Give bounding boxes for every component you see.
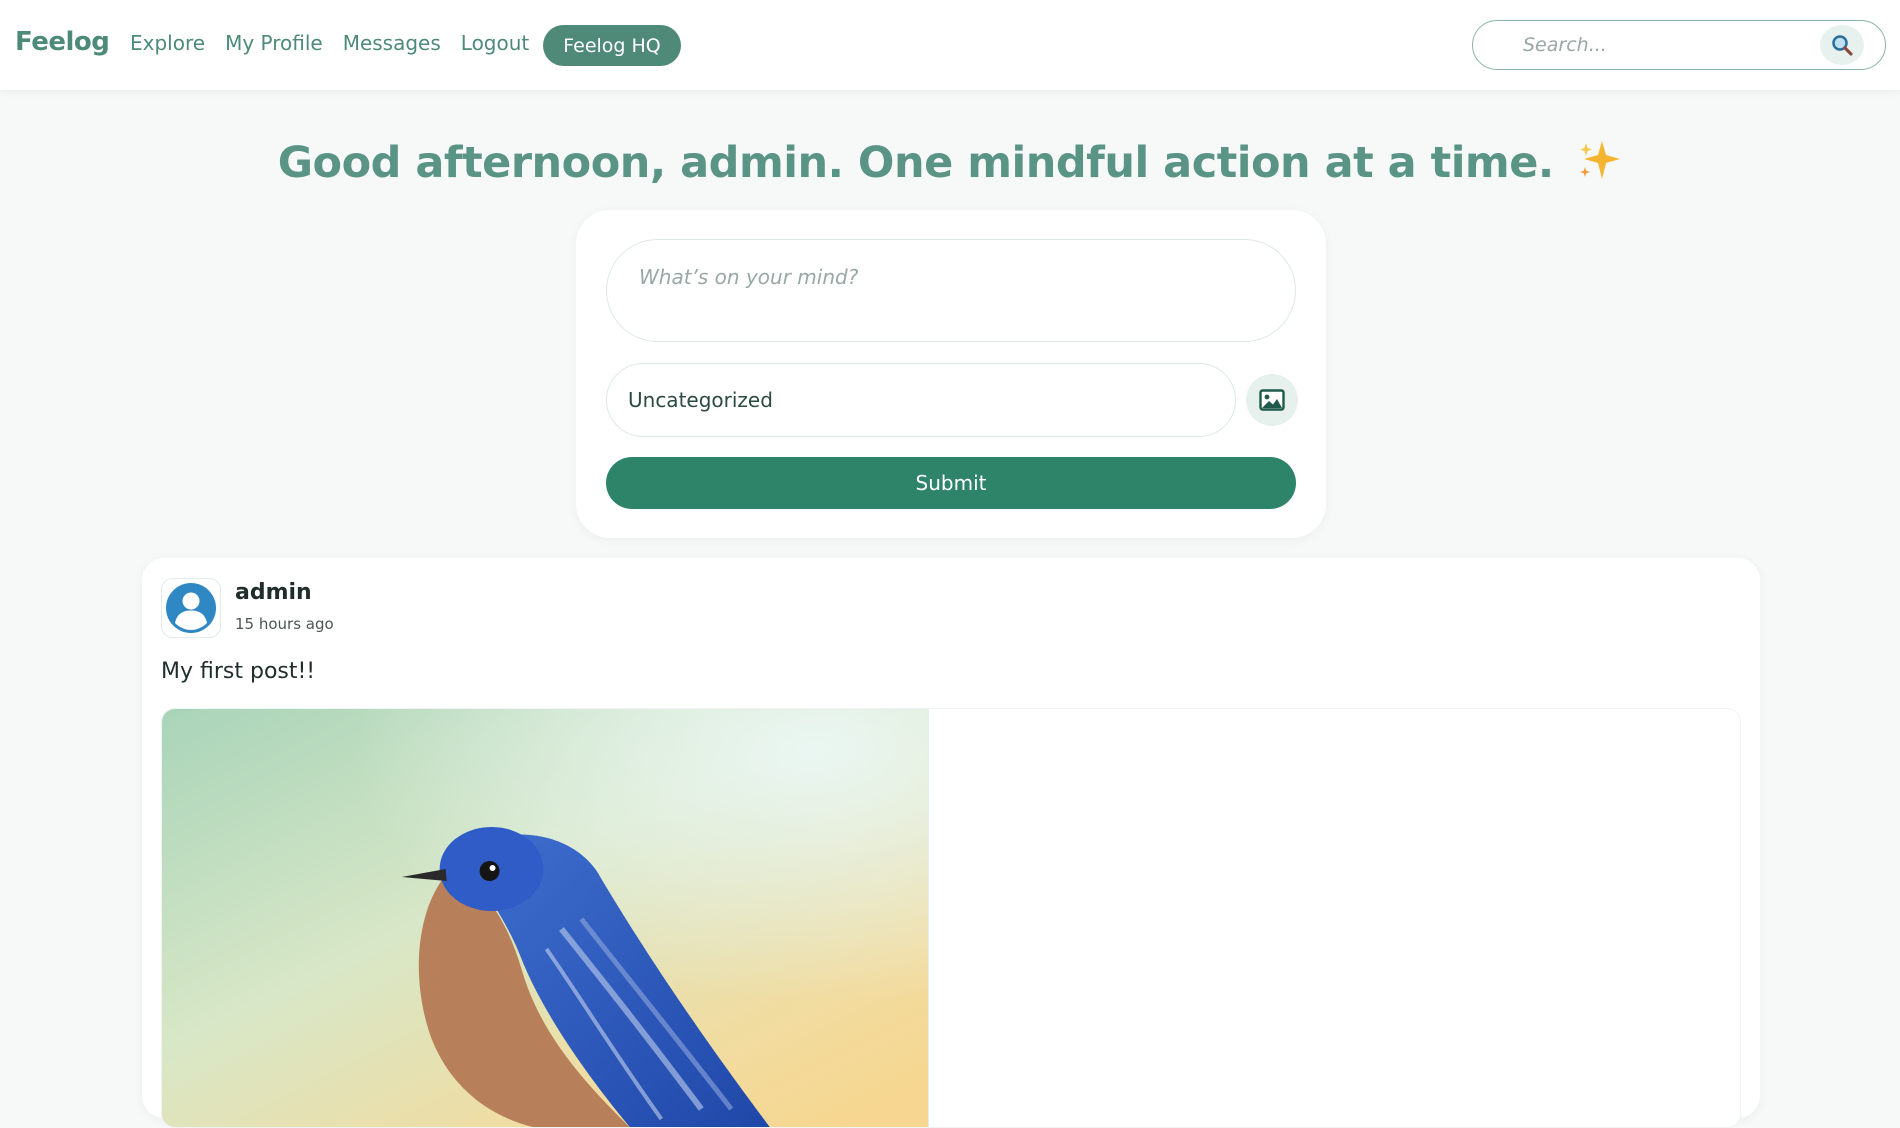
post-body-text: My first post!! <box>161 659 316 684</box>
magnifier-icon <box>1832 35 1853 56</box>
nav-link-logout[interactable]: Logout <box>461 31 529 55</box>
main-nav: Explore My Profile Messages Logout <box>130 31 549 55</box>
user-avatar-icon <box>166 583 216 633</box>
brand-logo[interactable]: Feelog <box>15 27 110 57</box>
author-avatar[interactable] <box>161 578 221 638</box>
top-navbar: Feelog Explore My Profile Messages Logou… <box>0 0 1900 90</box>
post-timestamp: 15 hours ago <box>235 615 334 633</box>
category-selected-value: Uncategorized <box>628 388 773 412</box>
post-card: admin 15 hours ago My first post!! <box>142 558 1760 1128</box>
search-button[interactable] <box>1820 25 1864 65</box>
feelog-hq-button[interactable]: Feelog HQ <box>543 25 681 66</box>
submit-button[interactable]: Submit <box>606 457 1296 509</box>
image-upload-button[interactable] <box>1246 374 1298 426</box>
search-input[interactable] <box>1523 32 1803 58</box>
greeting-heading: Good afternoon, admin. One mindful actio… <box>0 138 1900 188</box>
post-composer: Uncategorized Submit <box>576 210 1326 538</box>
greeting-text: Good afternoon, admin. One mindful actio… <box>277 138 1554 188</box>
category-select[interactable]: Uncategorized <box>606 363 1236 437</box>
search-bar <box>1472 20 1886 70</box>
nav-link-messages[interactable]: Messages <box>343 31 441 55</box>
post-media-container <box>161 708 1741 1128</box>
post-author-name[interactable]: admin <box>235 580 312 605</box>
post-content-input[interactable] <box>606 239 1296 342</box>
post-image[interactable] <box>162 709 929 1128</box>
nav-link-explore[interactable]: Explore <box>130 31 205 55</box>
image-upload-icon <box>1259 389 1285 411</box>
nav-link-my-profile[interactable]: My Profile <box>225 31 323 55</box>
sparkles-icon <box>1576 139 1622 181</box>
